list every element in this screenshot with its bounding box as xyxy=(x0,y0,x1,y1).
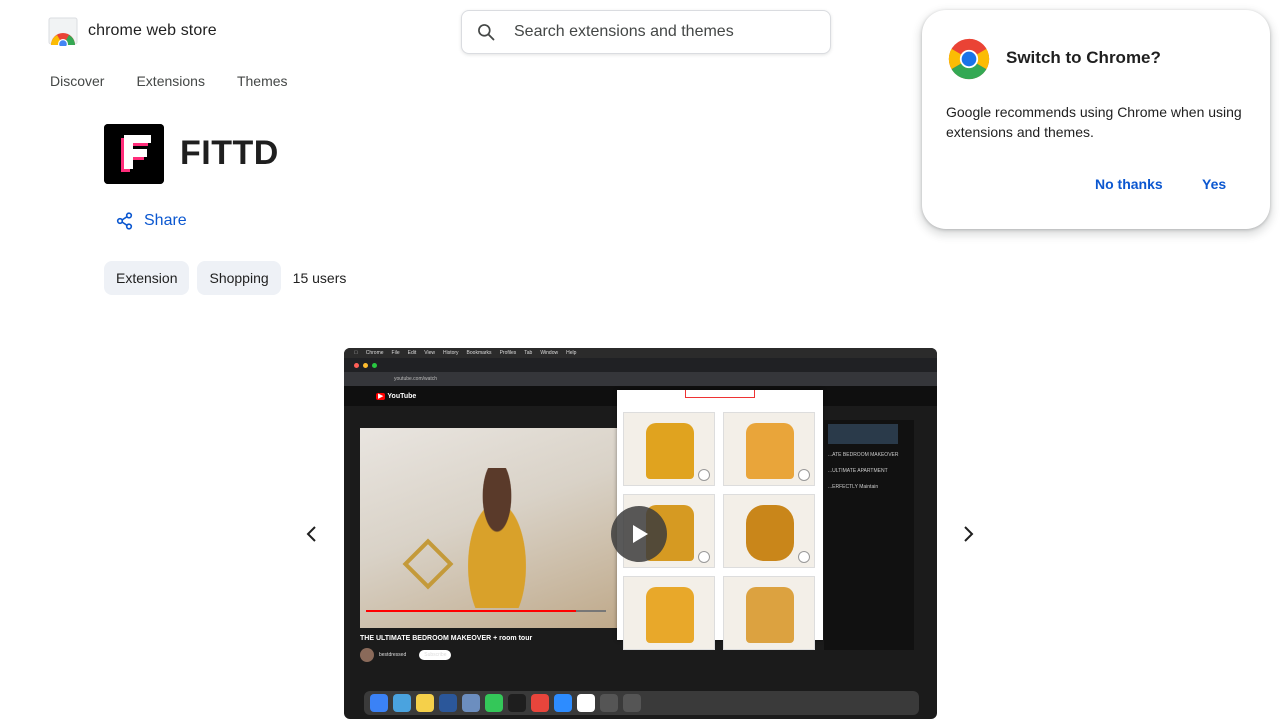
dialog-title: Switch to Chrome? xyxy=(1006,48,1161,67)
search-icon xyxy=(478,24,495,41)
product-card xyxy=(623,576,715,650)
search-input[interactable]: Search extensions and themes xyxy=(514,23,734,41)
chevron-left-icon[interactable] xyxy=(300,522,324,546)
share-button[interactable]: Share xyxy=(116,212,187,230)
mac-menubar: ChromeFileEditViewHistoryBookmarksProfi… xyxy=(344,348,937,358)
no-thanks-button[interactable]: No thanks xyxy=(1095,176,1163,192)
play-icon xyxy=(633,525,648,543)
sidebar-item: ...ERFECTLY Maintain xyxy=(828,484,879,490)
dialog-body: Google recommends using Chrome when usin… xyxy=(946,104,1242,140)
media-screenshot[interactable]: ChromeFileEditViewHistoryBookmarksProfi… xyxy=(344,348,937,719)
decor-mirror xyxy=(402,538,454,590)
sidebar-item: ...ATE BEDROOM MAKEOVER xyxy=(828,452,899,458)
nav-discover[interactable]: Discover xyxy=(50,73,104,89)
chip-extension[interactable]: Extension xyxy=(104,261,190,295)
chip-shopping[interactable]: Shopping xyxy=(197,261,281,295)
product-card xyxy=(723,576,815,650)
heart-icon xyxy=(698,469,710,481)
subscribe-button: Subscribe xyxy=(419,650,452,660)
product-card xyxy=(723,412,815,486)
video-progress xyxy=(366,610,606,612)
channel-name: bestdressed xyxy=(379,652,407,658)
panel-header-tab xyxy=(685,390,755,398)
yes-button[interactable]: Yes xyxy=(1202,176,1226,192)
user-count: 15 users xyxy=(292,270,347,286)
search-box[interactable]: Search extensions and themes xyxy=(461,10,831,54)
heart-icon xyxy=(698,551,710,563)
sidebar-thumb xyxy=(828,424,898,444)
mac-dock xyxy=(364,691,919,715)
chrome-web-store-icon xyxy=(48,16,78,49)
youtube-logo: ▶ YouTube xyxy=(376,393,417,400)
chrome-logo-icon xyxy=(948,38,990,80)
browser-url-bar: youtube.com/watch xyxy=(344,372,937,386)
product-card xyxy=(723,494,815,568)
product-card xyxy=(623,412,715,486)
browser-tab-strip xyxy=(344,358,937,372)
play-button[interactable] xyxy=(611,506,667,562)
youtube-sidebar: ...ATE BEDROOM MAKEOVER ...ULTIMATE APAR… xyxy=(824,420,914,650)
share-label: Share xyxy=(144,212,187,229)
video-person xyxy=(452,468,542,608)
fittd-app-icon xyxy=(104,124,164,184)
channel-avatar xyxy=(360,648,374,662)
store-name: chrome web store xyxy=(88,22,217,39)
chevron-right-icon[interactable] xyxy=(956,522,980,546)
heart-icon xyxy=(798,469,810,481)
video-frame xyxy=(360,428,618,628)
channel-row: bestdressed Subscribe xyxy=(360,648,452,662)
switch-to-chrome-dialog: Switch to Chrome? Google recommends usin… xyxy=(922,10,1270,229)
store-logo[interactable]: chrome web store xyxy=(48,16,217,49)
share-icon xyxy=(116,212,133,230)
main-nav: Discover Extensions Themes xyxy=(50,73,288,89)
sidebar-item: ...ULTIMATE APARTMENT xyxy=(828,468,888,474)
nav-themes[interactable]: Themes xyxy=(237,73,288,89)
item-chips: Extension Shopping 15 users xyxy=(104,261,346,295)
nav-extensions[interactable]: Extensions xyxy=(136,73,204,89)
item-title: FITTD xyxy=(180,134,279,172)
video-title: THE ULTIMATE BEDROOM MAKEOVER + room tou… xyxy=(360,635,533,642)
heart-icon xyxy=(798,551,810,563)
